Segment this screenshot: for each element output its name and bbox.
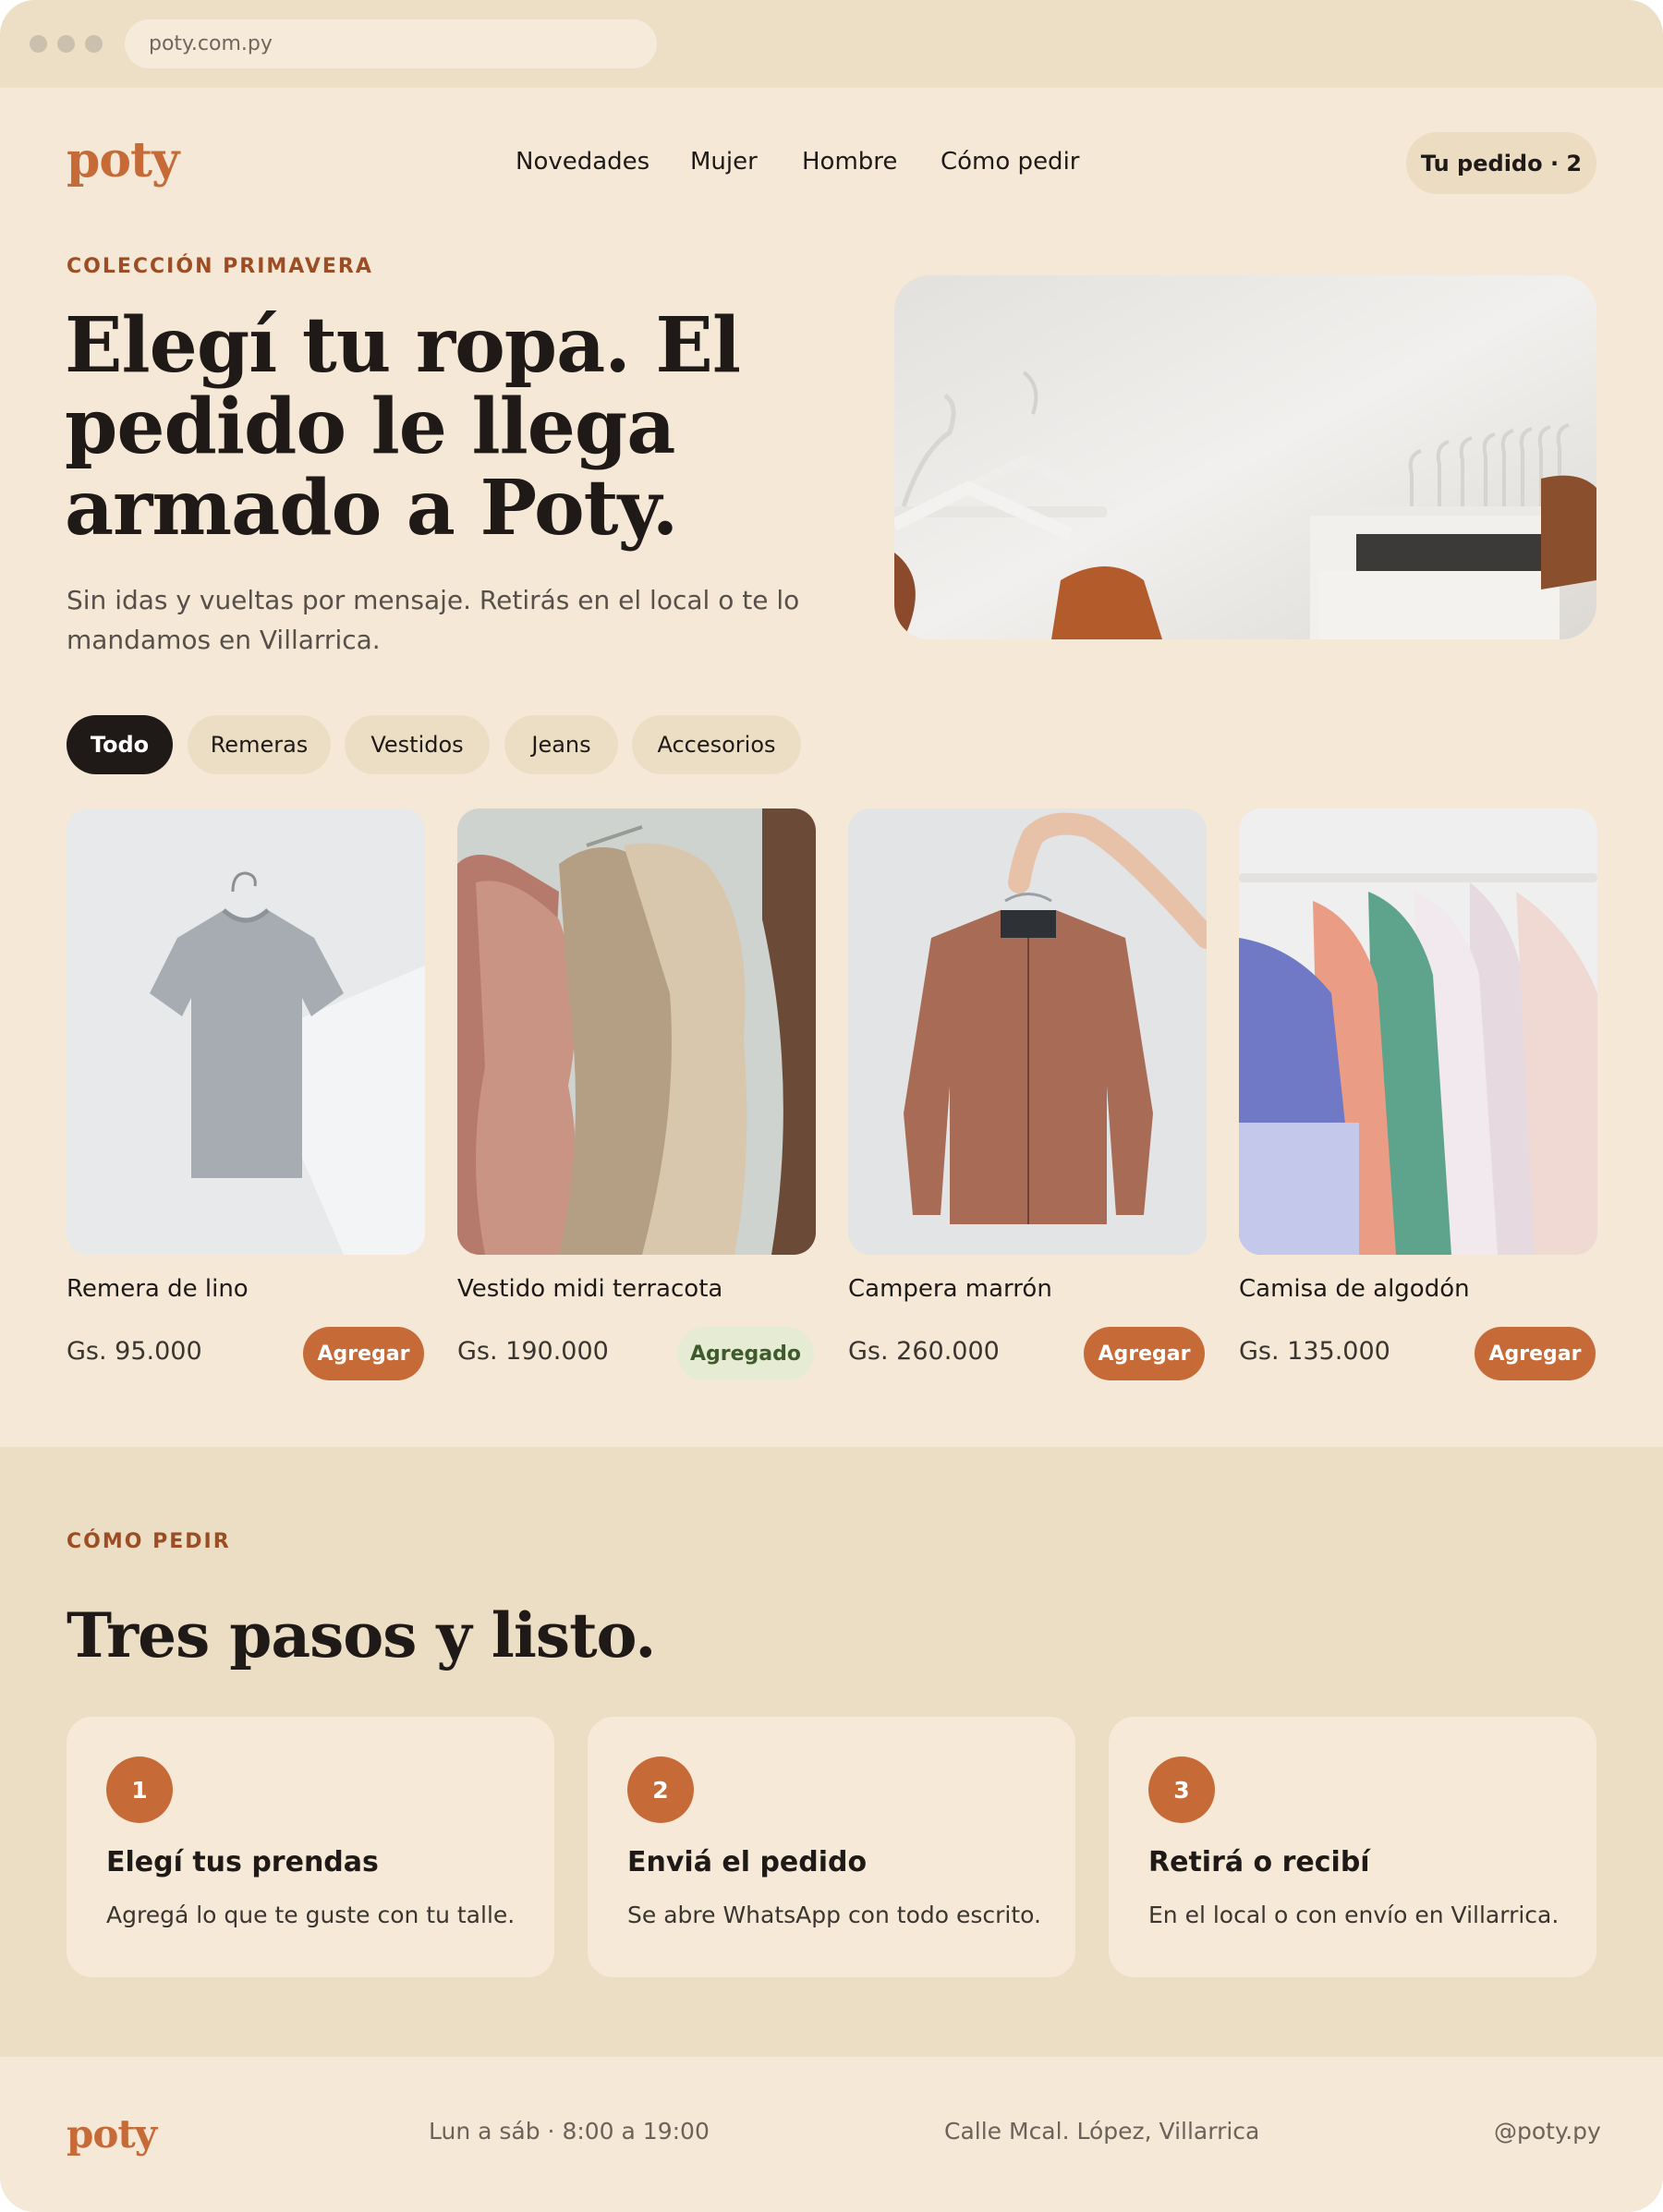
- product-price: Gs. 260.000: [848, 1337, 1000, 1366]
- window-minimize-dot[interactable]: [57, 35, 75, 53]
- step-text: Se abre WhatsApp con todo escrito.: [627, 1902, 1041, 1928]
- product-name[interactable]: Remera de lino: [67, 1275, 249, 1303]
- hero-image: [894, 275, 1596, 639]
- product-price: Gs. 190.000: [457, 1337, 609, 1366]
- footer-hours: Lun a sáb · 8:00 a 19:00: [429, 2118, 710, 2145]
- filter-chip-accesorios[interactable]: Accesorios: [632, 715, 801, 774]
- product-price: Gs. 95.000: [67, 1337, 202, 1366]
- step-card: 3 Retirá o recibí En el local o con enví…: [1109, 1717, 1596, 1977]
- product-name[interactable]: Vestido midi terracota: [457, 1275, 722, 1303]
- add-to-order-button[interactable]: Agregar: [1084, 1327, 1205, 1380]
- nav-mujer[interactable]: Mujer: [690, 143, 758, 180]
- filter-chip-remeras[interactable]: Remeras: [188, 715, 331, 774]
- hero-title: Elegí tu ropa. El pedido le llega armado…: [65, 301, 741, 553]
- browser-window: poty.com.py poty Novedades Mujer Hombre …: [0, 0, 1663, 2212]
- step-text: Agregá lo que te guste con tu talle.: [106, 1902, 516, 1928]
- nav-novedades[interactable]: Novedades: [516, 143, 649, 180]
- how-to-title: Tres pasos y listo.: [67, 1599, 656, 1671]
- add-to-order-button[interactable]: Agregar: [1475, 1327, 1596, 1380]
- product-image-camisa[interactable]: [1239, 808, 1597, 1255]
- cart-button[interactable]: Tu pedido · 2: [1406, 132, 1596, 194]
- footer-address: Calle Mcal. López, Villarrica: [944, 2118, 1260, 2145]
- step-title: Retirá o recibí: [1148, 1846, 1370, 1878]
- browser-toolbar: poty.com.py: [0, 0, 1663, 88]
- site-logo[interactable]: poty: [67, 134, 179, 188]
- filter-chip-vestidos[interactable]: Vestidos: [345, 715, 490, 774]
- nav-hombre[interactable]: Hombre: [802, 143, 897, 180]
- add-to-order-button[interactable]: Agregar: [303, 1327, 424, 1380]
- step-text: En el local o con envío en Villarrica.: [1148, 1902, 1560, 1928]
- window-close-dot[interactable]: [30, 35, 47, 53]
- step-number-badge: 3: [1148, 1756, 1215, 1823]
- address-bar[interactable]: poty.com.py: [125, 19, 657, 68]
- product-price: Gs. 135.000: [1239, 1337, 1390, 1366]
- product-image-campera[interactable]: [848, 808, 1207, 1255]
- footer-social-handle[interactable]: @poty.py: [1494, 2118, 1601, 2145]
- hero-eyebrow: COLECCIÓN PRIMAVERA: [67, 255, 373, 278]
- nav-como-pedir[interactable]: Cómo pedir: [941, 143, 1079, 180]
- product-image-vestido[interactable]: [457, 808, 816, 1255]
- product-name[interactable]: Campera marrón: [848, 1275, 1052, 1303]
- added-to-order-button[interactable]: Agregado: [677, 1327, 814, 1380]
- step-title: Elegí tus prendas: [106, 1846, 379, 1878]
- step-card: 1 Elegí tus prendas Agregá lo que te gus…: [67, 1717, 554, 1977]
- step-title: Enviá el pedido: [627, 1846, 868, 1878]
- window-maximize-dot[interactable]: [85, 35, 103, 53]
- hero-subtitle: Sin idas y vueltas por mensaje. Retirás …: [67, 585, 800, 655]
- product-name[interactable]: Camisa de algodón: [1239, 1275, 1470, 1303]
- footer-logo[interactable]: poty: [67, 2112, 157, 2157]
- how-to-eyebrow: CÓMO PEDIR: [67, 1530, 231, 1553]
- filter-chip-jeans[interactable]: Jeans: [504, 715, 618, 774]
- step-number-badge: 1: [106, 1756, 173, 1823]
- product-image-remera[interactable]: [67, 808, 425, 1255]
- filter-chip-todo[interactable]: Todo: [67, 715, 173, 774]
- step-card: 2 Enviá el pedido Se abre WhatsApp con t…: [588, 1717, 1075, 1977]
- step-number-badge: 2: [627, 1756, 694, 1823]
